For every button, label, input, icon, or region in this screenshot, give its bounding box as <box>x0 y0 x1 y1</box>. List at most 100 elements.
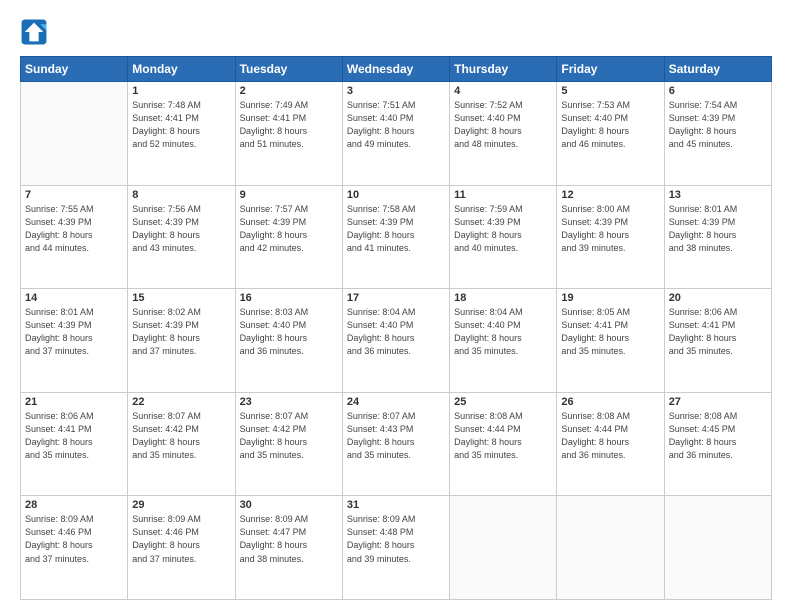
day-number: 23 <box>240 396 338 408</box>
day-info: Sunrise: 8:01 AM Sunset: 4:39 PM Dayligh… <box>25 306 123 358</box>
calendar-body: 1 Sunrise: 7:48 AM Sunset: 4:41 PM Daylig… <box>21 82 772 600</box>
day-info: Sunrise: 7:52 AM Sunset: 4:40 PM Dayligh… <box>454 99 552 151</box>
calendar-cell: 29Sunrise: 8:09 AM Sunset: 4:46 PM Dayli… <box>128 496 235 600</box>
calendar-cell <box>450 496 557 600</box>
day-info: Sunrise: 7:53 AM Sunset: 4:40 PM Dayligh… <box>561 99 659 151</box>
calendar-cell: 20 Sunrise: 8:06 AM Sunset: 4:41 PM Dayli… <box>664 289 771 393</box>
day-info: Sunrise: 8:03 AM Sunset: 4:40 PM Dayligh… <box>240 306 338 358</box>
calendar-cell: 15 Sunrise: 8:02 AM Sunset: 4:39 PM Dayli… <box>128 289 235 393</box>
day-info: Sunrise: 8:08 AM Sunset: 4:44 PM Dayligh… <box>561 410 659 462</box>
day-info: Sunrise: 8:07 AM Sunset: 4:42 PM Dayligh… <box>132 410 230 462</box>
calendar-cell: 22 Sunrise: 8:07 AM Sunset: 4:42 PM Dayli… <box>128 392 235 496</box>
day-number: 1 <box>132 85 230 97</box>
day-info: Sunrise: 8:00 AM Sunset: 4:39 PM Dayligh… <box>561 203 659 255</box>
day-number: 30 <box>240 499 338 511</box>
day-info: Sunrise: 8:06 AM Sunset: 4:41 PM Dayligh… <box>25 410 123 462</box>
day-number: 2 <box>240 85 338 97</box>
logo-icon <box>20 18 48 46</box>
day-number: 5 <box>561 85 659 97</box>
day-info: Sunrise: 7:57 AM Sunset: 4:39 PM Dayligh… <box>240 203 338 255</box>
day-info: Sunrise: 8:09 AM Sunset: 4:46 PM Dayligh… <box>25 513 123 565</box>
weekday-monday: Monday <box>128 57 235 82</box>
day-info: Sunrise: 8:01 AM Sunset: 4:39 PM Dayligh… <box>669 203 767 255</box>
day-number: 13 <box>669 189 767 201</box>
calendar-week-2: 7 Sunrise: 7:55 AM Sunset: 4:39 PM Daylig… <box>21 185 772 289</box>
day-number: 9 <box>240 189 338 201</box>
weekday-thursday: Thursday <box>450 57 557 82</box>
day-number: 3 <box>347 85 445 97</box>
day-info: Sunrise: 7:59 AM Sunset: 4:39 PM Dayligh… <box>454 203 552 255</box>
calendar-cell: 25 Sunrise: 8:08 AM Sunset: 4:44 PM Dayli… <box>450 392 557 496</box>
day-number: 17 <box>347 292 445 304</box>
header <box>20 18 772 46</box>
day-number: 25 <box>454 396 552 408</box>
day-info: Sunrise: 7:56 AM Sunset: 4:39 PM Dayligh… <box>132 203 230 255</box>
day-info: Sunrise: 7:49 AM Sunset: 4:41 PM Dayligh… <box>240 99 338 151</box>
calendar-cell: 7 Sunrise: 7:55 AM Sunset: 4:39 PM Daylig… <box>21 185 128 289</box>
calendar-week-3: 14 Sunrise: 8:01 AM Sunset: 4:39 PM Dayli… <box>21 289 772 393</box>
calendar-cell: 4 Sunrise: 7:52 AM Sunset: 4:40 PM Daylig… <box>450 82 557 186</box>
calendar-cell: 3 Sunrise: 7:51 AM Sunset: 4:40 PM Daylig… <box>342 82 449 186</box>
day-number: 11 <box>454 189 552 201</box>
day-info: Sunrise: 7:51 AM Sunset: 4:40 PM Dayligh… <box>347 99 445 151</box>
day-info: Sunrise: 8:09 AM Sunset: 4:47 PM Dayligh… <box>240 513 338 565</box>
calendar-cell: 5 Sunrise: 7:53 AM Sunset: 4:40 PM Daylig… <box>557 82 664 186</box>
calendar-cell: 13 Sunrise: 8:01 AM Sunset: 4:39 PM Dayli… <box>664 185 771 289</box>
calendar-cell: 1 Sunrise: 7:48 AM Sunset: 4:41 PM Daylig… <box>128 82 235 186</box>
calendar-cell: 24Sunrise: 8:07 AM Sunset: 4:43 PM Dayli… <box>342 392 449 496</box>
calendar-cell: 11 Sunrise: 7:59 AM Sunset: 4:39 PM Dayli… <box>450 185 557 289</box>
calendar-cell: 19 Sunrise: 8:05 AM Sunset: 4:41 PM Dayli… <box>557 289 664 393</box>
day-info: Sunrise: 7:58 AM Sunset: 4:39 PM Dayligh… <box>347 203 445 255</box>
calendar-cell: 21 Sunrise: 8:06 AM Sunset: 4:41 PM Dayli… <box>21 392 128 496</box>
weekday-sunday: Sunday <box>21 57 128 82</box>
day-number: 29 <box>132 499 230 511</box>
day-number: 22 <box>132 396 230 408</box>
day-number: 10 <box>347 189 445 201</box>
weekday-saturday: Saturday <box>664 57 771 82</box>
calendar-week-5: 28Sunrise: 8:09 AM Sunset: 4:46 PM Dayli… <box>21 496 772 600</box>
day-info: Sunrise: 8:08 AM Sunset: 4:45 PM Dayligh… <box>669 410 767 462</box>
calendar-cell: 12 Sunrise: 8:00 AM Sunset: 4:39 PM Dayli… <box>557 185 664 289</box>
day-number: 21 <box>25 396 123 408</box>
calendar-cell <box>21 82 128 186</box>
day-number: 18 <box>454 292 552 304</box>
day-number: 31 <box>347 499 445 511</box>
day-info: Sunrise: 8:04 AM Sunset: 4:40 PM Dayligh… <box>347 306 445 358</box>
day-number: 8 <box>132 189 230 201</box>
day-number: 4 <box>454 85 552 97</box>
calendar-cell: 2 Sunrise: 7:49 AM Sunset: 4:41 PM Daylig… <box>235 82 342 186</box>
day-number: 14 <box>25 292 123 304</box>
calendar-cell: 16Sunrise: 8:03 AM Sunset: 4:40 PM Dayli… <box>235 289 342 393</box>
day-info: Sunrise: 7:54 AM Sunset: 4:39 PM Dayligh… <box>669 99 767 151</box>
day-number: 19 <box>561 292 659 304</box>
weekday-header-row: SundayMondayTuesdayWednesdayThursdayFrid… <box>21 57 772 82</box>
calendar-header: SundayMondayTuesdayWednesdayThursdayFrid… <box>21 57 772 82</box>
calendar-cell: 9 Sunrise: 7:57 AM Sunset: 4:39 PM Daylig… <box>235 185 342 289</box>
calendar-cell <box>664 496 771 600</box>
day-info: Sunrise: 8:07 AM Sunset: 4:42 PM Dayligh… <box>240 410 338 462</box>
day-info: Sunrise: 8:06 AM Sunset: 4:41 PM Dayligh… <box>669 306 767 358</box>
day-info: Sunrise: 8:05 AM Sunset: 4:41 PM Dayligh… <box>561 306 659 358</box>
day-info: Sunrise: 8:08 AM Sunset: 4:44 PM Dayligh… <box>454 410 552 462</box>
calendar-cell: 27 Sunrise: 8:08 AM Sunset: 4:45 PM Dayli… <box>664 392 771 496</box>
calendar-cell: 10 Sunrise: 7:58 AM Sunset: 4:39 PM Dayli… <box>342 185 449 289</box>
day-number: 15 <box>132 292 230 304</box>
day-number: 6 <box>669 85 767 97</box>
day-info: Sunrise: 7:48 AM Sunset: 4:41 PM Dayligh… <box>132 99 230 151</box>
day-info: Sunrise: 8:04 AM Sunset: 4:40 PM Dayligh… <box>454 306 552 358</box>
day-number: 27 <box>669 396 767 408</box>
day-info: Sunrise: 7:55 AM Sunset: 4:39 PM Dayligh… <box>25 203 123 255</box>
calendar-cell: 30 Sunrise: 8:09 AM Sunset: 4:47 PM Dayli… <box>235 496 342 600</box>
calendar-cell: 8 Sunrise: 7:56 AM Sunset: 4:39 PM Daylig… <box>128 185 235 289</box>
calendar-table: SundayMondayTuesdayWednesdayThursdayFrid… <box>20 56 772 600</box>
day-info: Sunrise: 8:02 AM Sunset: 4:39 PM Dayligh… <box>132 306 230 358</box>
calendar-cell: 31Sunrise: 8:09 AM Sunset: 4:48 PM Dayli… <box>342 496 449 600</box>
day-number: 12 <box>561 189 659 201</box>
calendar-cell: 26Sunrise: 8:08 AM Sunset: 4:44 PM Dayli… <box>557 392 664 496</box>
weekday-tuesday: Tuesday <box>235 57 342 82</box>
day-number: 20 <box>669 292 767 304</box>
day-number: 7 <box>25 189 123 201</box>
calendar-week-4: 21 Sunrise: 8:06 AM Sunset: 4:41 PM Dayli… <box>21 392 772 496</box>
page: SundayMondayTuesdayWednesdayThursdayFrid… <box>0 0 792 612</box>
calendar-week-1: 1 Sunrise: 7:48 AM Sunset: 4:41 PM Daylig… <box>21 82 772 186</box>
